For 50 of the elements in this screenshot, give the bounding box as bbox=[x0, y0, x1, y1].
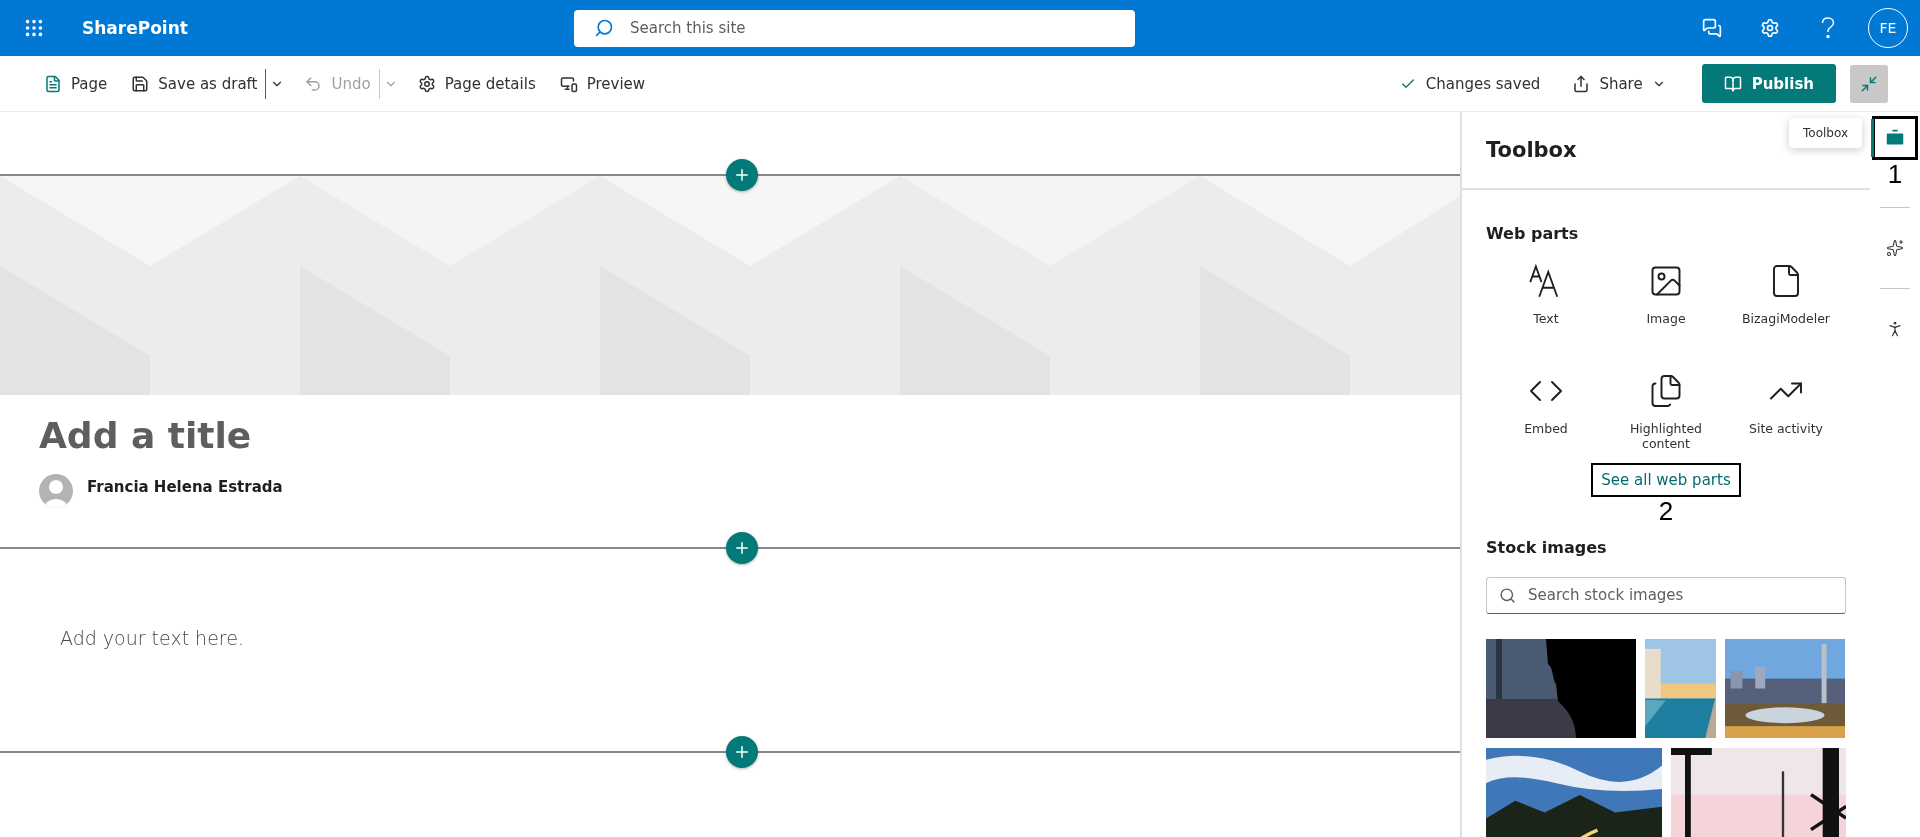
publish-button[interactable]: Publish bbox=[1701, 64, 1836, 103]
page-title-field[interactable]: Add a title bbox=[39, 415, 1460, 456]
plus-icon bbox=[733, 166, 751, 184]
tooltip: Toolbox bbox=[1789, 118, 1862, 148]
text-placeholder[interactable]: Add your text here. bbox=[60, 627, 1460, 649]
book-icon bbox=[1723, 74, 1742, 93]
rail-button[interactable] bbox=[1872, 116, 1918, 160]
web-part-tile[interactable]: Highlighted content bbox=[1606, 373, 1726, 463]
add-section-button[interactable] bbox=[726, 159, 758, 191]
command-button[interactable]: Page bbox=[36, 68, 116, 99]
search-icon bbox=[1499, 586, 1516, 604]
callout-number: 1 bbox=[1887, 160, 1903, 189]
panel-title: Toolbox bbox=[1486, 138, 1577, 162]
search-icon bbox=[594, 18, 614, 38]
settings-icon bbox=[417, 74, 436, 93]
plus-icon bbox=[733, 743, 751, 761]
search-field[interactable]: Search this site bbox=[574, 9, 1135, 47]
save-icon bbox=[131, 74, 150, 93]
save-status: Changes saved bbox=[1425, 74, 1541, 93]
web-part-tile[interactable]: Site activity bbox=[1726, 373, 1846, 463]
plus-icon bbox=[733, 539, 751, 557]
chat-icon bbox=[1702, 18, 1722, 38]
command-button[interactable]: Page details bbox=[409, 68, 544, 99]
share-icon bbox=[1572, 74, 1591, 93]
collapse-button[interactable] bbox=[1850, 64, 1888, 103]
help-icon bbox=[1821, 17, 1835, 39]
see-all-link[interactable]: See all web parts bbox=[1591, 463, 1741, 497]
add-section-button[interactable] bbox=[726, 736, 758, 768]
callout-number: 2 bbox=[1658, 497, 1674, 526]
settings-icon bbox=[1760, 18, 1780, 38]
author-name[interactable]: Francia Helena Estrada bbox=[87, 478, 283, 496]
stock-search-field[interactable]: Search stock images bbox=[1486, 576, 1846, 614]
web-part-tile[interactable]: Text bbox=[1486, 263, 1606, 353]
preview-icon bbox=[559, 74, 578, 93]
web-part-tile[interactable]: BizagiModeler bbox=[1726, 263, 1846, 353]
command-button[interactable]: Save as draft bbox=[123, 68, 266, 99]
web-part-tile[interactable]: Embed bbox=[1486, 373, 1606, 463]
section-heading: Stock images bbox=[1486, 537, 1608, 557]
waffle-icon bbox=[23, 17, 45, 39]
command-button[interactable]: Preview bbox=[551, 68, 654, 99]
share-button[interactable]: Share bbox=[1564, 68, 1674, 99]
avatar-icon bbox=[39, 474, 73, 508]
section-heading: Web parts bbox=[1486, 224, 1580, 243]
sparkle-icon bbox=[1886, 238, 1904, 257]
collapse-icon bbox=[1860, 74, 1878, 93]
undo-icon bbox=[304, 74, 323, 93]
page-icon bbox=[44, 74, 62, 93]
web-part-tile[interactable]: Image bbox=[1606, 263, 1726, 353]
app-name[interactable]: SharePoint bbox=[82, 18, 574, 38]
add-section-button[interactable] bbox=[726, 532, 758, 564]
